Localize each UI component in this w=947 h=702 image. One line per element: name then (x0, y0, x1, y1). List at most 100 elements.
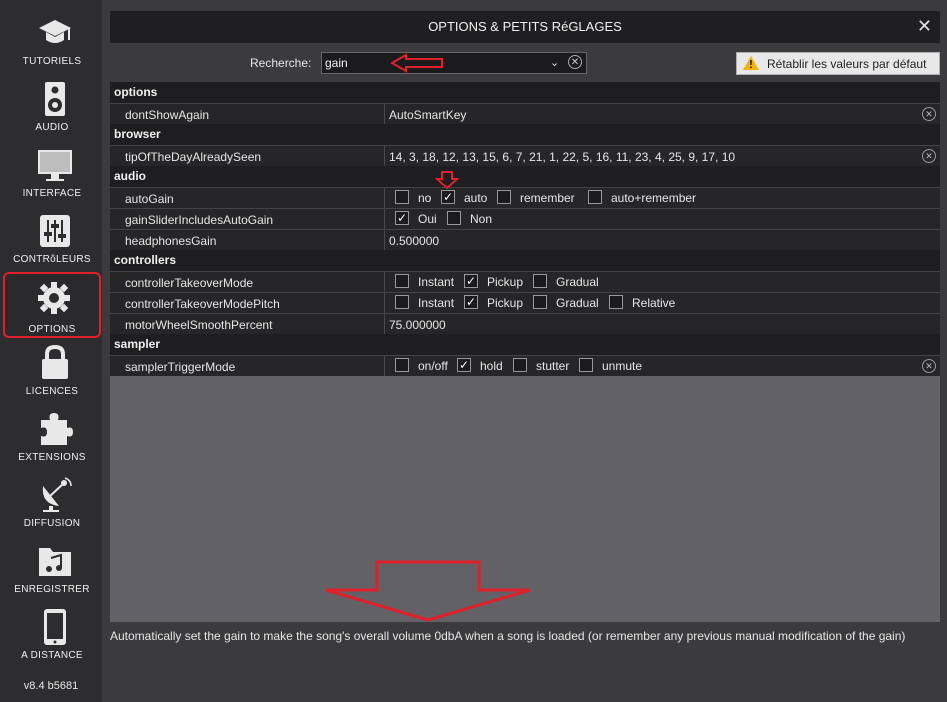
section-name: options (114, 85, 158, 99)
setting-value-cell: on/off ✓ hold stutter unmute (384, 356, 941, 376)
tablet-icon (44, 609, 66, 645)
section-name: browser (114, 127, 161, 141)
checkbox[interactable] (533, 295, 547, 309)
checkbox[interactable] (395, 358, 409, 372)
setting-name: motorWheelSmoothPercent (125, 318, 273, 332)
sidebar-item-label: CONTRôLEURS (13, 254, 91, 265)
setting-name: autoGain (125, 192, 174, 206)
option-label: on/off (418, 359, 448, 373)
setting-row-samplertriggermode[interactable]: samplerTriggerMode on/off ✓ hold stutter … (110, 355, 940, 376)
music-folder-icon (39, 548, 71, 576)
option-label: Instant (418, 296, 455, 310)
setting-name: controllerTakeoverModePitch (125, 297, 280, 311)
option-label: Pickup (487, 275, 524, 289)
search-combobox[interactable]: ⌄ ✕ (321, 52, 587, 74)
setting-value: 75.000000 (389, 318, 446, 332)
section-header-audio: audio (110, 166, 940, 187)
sliders-icon (40, 215, 70, 247)
setting-value-cell[interactable]: AutoSmartKey (384, 104, 941, 124)
setting-row-takeovermodepitch[interactable]: controllerTakeoverModePitch Instant ✓ Pic… (110, 292, 940, 313)
reset-setting-icon[interactable]: ✕ (922, 149, 936, 163)
setting-row-motorwheelsmooth[interactable]: motorWheelSmoothPercent 75.000000 (110, 313, 940, 334)
option-label: stutter (536, 359, 570, 373)
option-label: auto (464, 191, 488, 205)
checkbox-checked[interactable]: ✓ (457, 358, 471, 372)
annotation-arrow-down-large (325, 560, 531, 622)
satellite-dish-icon (42, 477, 72, 512)
setting-value: 14, 3, 18, 12, 13, 15, 6, 7, 21, 1, 22, … (389, 150, 736, 164)
chevron-down-icon[interactable]: ⌄ (550, 56, 559, 69)
sidebar-item-controleurs[interactable]: CONTRôLEURS (4, 206, 100, 270)
sidebar-item-tutoriels[interactable]: TUTORIELS (4, 8, 100, 72)
setting-row-gainslider[interactable]: gainSliderIncludesAutoGain ✓ Oui Non (110, 208, 940, 229)
setting-row-dontshowagain[interactable]: dontShowAgain AutoSmartKey ✕ (110, 103, 940, 124)
annotation-arrow-left (390, 53, 443, 73)
lock-icon (42, 344, 68, 379)
option-label: no (418, 191, 432, 205)
option-label: unmute (602, 359, 643, 373)
sidebar-item-label: TUTORIELS (22, 56, 82, 67)
option-label: Instant (418, 275, 455, 289)
speaker-icon (45, 82, 65, 116)
checkbox[interactable] (395, 190, 409, 204)
checkbox-checked[interactable]: ✓ (464, 274, 478, 288)
section-header-controllers: controllers (110, 250, 940, 271)
setting-row-tipoftheday[interactable]: tipOfTheDayAlreadySeen 14, 3, 18, 12, 13… (110, 145, 940, 166)
setting-name: headphonesGain (125, 234, 217, 248)
reset-defaults-button[interactable]: Rétablir les valeurs par défaut (736, 52, 940, 75)
setting-value-cell[interactable]: 0.500000 (384, 230, 941, 250)
gear-icon (38, 282, 70, 314)
options-panel: OPTIONS & PETITS RéGLAGES ✕ Recherche: ⌄… (102, 0, 947, 702)
setting-value-cell[interactable]: 14, 3, 18, 12, 13, 15, 6, 7, 21, 1, 22, … (384, 146, 941, 166)
option-label: Pickup (487, 296, 524, 310)
monitor-icon (38, 150, 72, 181)
checkbox[interactable] (588, 190, 602, 204)
setting-row-headphonesgain[interactable]: headphonesGain 0.500000 (110, 229, 940, 250)
sidebar: TUTORIELS AUDIO INTERFACE CONTRôLEURS OP… (0, 0, 102, 702)
sidebar-item-label: OPTIONS (28, 324, 76, 335)
checkbox[interactable] (579, 358, 593, 372)
setting-value-cell: Instant ✓ Pickup Gradual Relative (384, 293, 941, 313)
clear-search-icon[interactable]: ✕ (568, 55, 582, 69)
section-header-options: options (110, 82, 940, 103)
sidebar-item-options[interactable]: OPTIONS (3, 272, 101, 338)
page-title: OPTIONS & PETITS RéGLAGES (428, 19, 622, 34)
close-icon[interactable]: ✕ (917, 16, 932, 37)
sidebar-item-audio[interactable]: AUDIO (4, 74, 100, 138)
reset-setting-icon[interactable]: ✕ (922, 359, 936, 373)
section-header-sampler: sampler (110, 334, 940, 355)
sidebar-item-a-distance[interactable]: A DISTANCE (4, 602, 100, 666)
sidebar-item-label: INTERFACE (22, 188, 82, 199)
sidebar-item-diffusion[interactable]: DIFFUSION (4, 470, 100, 534)
checkbox[interactable] (533, 274, 547, 288)
checkbox[interactable] (513, 358, 527, 372)
annotation-arrow-down-small (435, 171, 459, 189)
graduation-cap-icon (39, 20, 71, 43)
checkbox-checked[interactable]: ✓ (464, 295, 478, 309)
checkbox[interactable] (447, 211, 461, 225)
setting-value: AutoSmartKey (389, 108, 467, 122)
checkbox[interactable] (609, 295, 623, 309)
checkbox-checked[interactable]: ✓ (395, 211, 409, 225)
settings-table: options dontShowAgain AutoSmartKey ✕ bro… (110, 82, 940, 622)
reset-setting-icon[interactable]: ✕ (922, 107, 936, 121)
checkbox-checked[interactable]: ✓ (441, 190, 455, 204)
option-label: Oui (418, 212, 437, 226)
setting-value: 0.500000 (389, 234, 440, 248)
setting-row-takeovermode[interactable]: controllerTakeoverMode Instant ✓ Pickup G… (110, 271, 940, 292)
setting-name: tipOfTheDayAlreadySeen (125, 150, 262, 164)
sidebar-item-enregistrer[interactable]: ENREGISTRER (4, 536, 100, 600)
checkbox[interactable] (395, 274, 409, 288)
sidebar-item-extensions[interactable]: EXTENSIONS (4, 404, 100, 468)
sidebar-item-licences[interactable]: LICENCES (4, 338, 100, 402)
checkbox[interactable] (497, 190, 511, 204)
sidebar-item-interface[interactable]: INTERFACE (4, 140, 100, 204)
setting-row-autogain[interactable]: autoGain no ✓ auto remember auto+remember (110, 187, 940, 208)
checkbox[interactable] (395, 295, 409, 309)
option-label: Non (470, 212, 493, 226)
option-label: Gradual (556, 296, 599, 310)
setting-value-cell[interactable]: 75.000000 (384, 314, 941, 334)
option-label: Relative (632, 296, 676, 310)
setting-name: gainSliderIncludesAutoGain (125, 213, 274, 227)
sidebar-item-label: LICENCES (25, 386, 79, 397)
